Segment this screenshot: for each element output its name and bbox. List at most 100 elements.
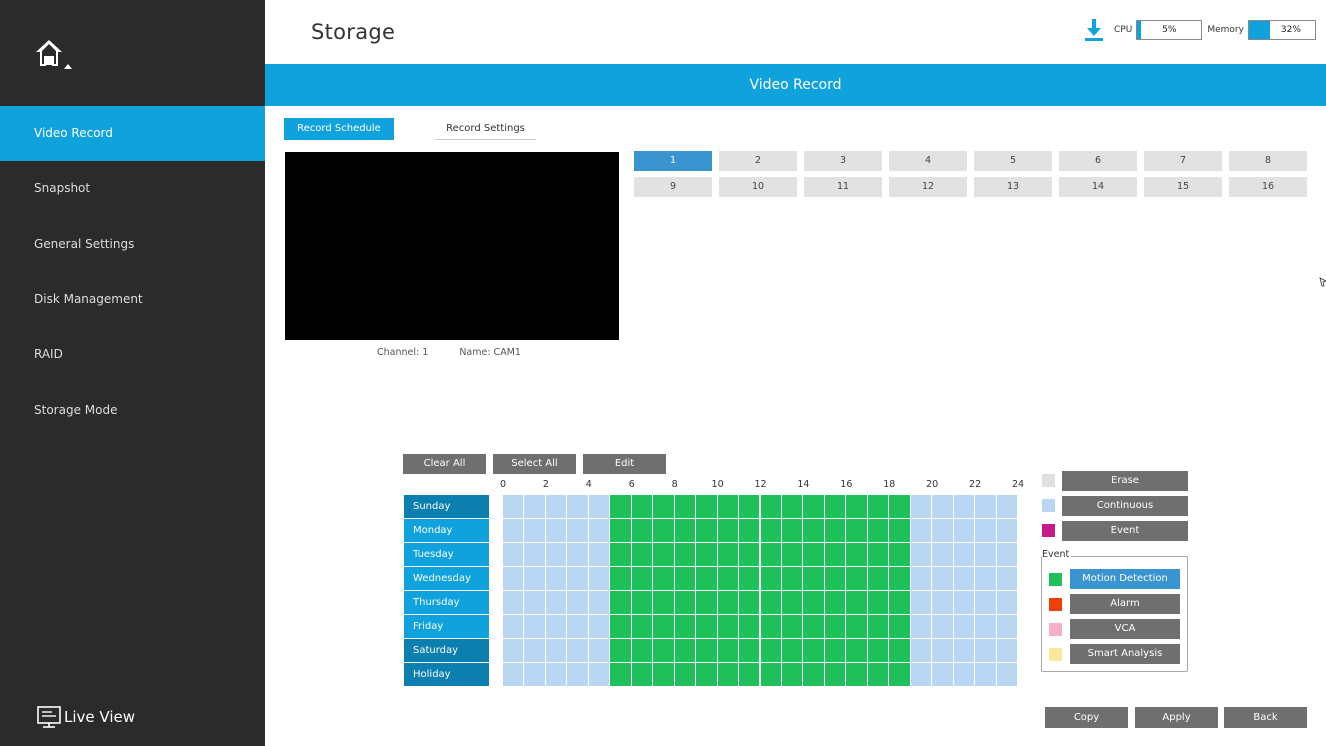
schedule-cell[interactable]: [567, 639, 588, 662]
schedule-cell[interactable]: [717, 495, 739, 518]
schedule-cell[interactable]: [760, 495, 781, 518]
schedule-cell[interactable]: [889, 591, 910, 614]
schedule-cell[interactable]: [717, 615, 739, 638]
schedule-cell[interactable]: [803, 663, 824, 686]
schedule-cell[interactable]: [503, 663, 524, 686]
schedule-cell[interactable]: [524, 543, 545, 566]
schedule-cell[interactable]: [867, 519, 889, 542]
schedule-cell[interactable]: [674, 495, 696, 518]
schedule-cell[interactable]: [567, 567, 588, 590]
schedule-cell[interactable]: [846, 663, 867, 686]
clear-all-button[interactable]: Clear All: [403, 454, 486, 474]
schedule-cell[interactable]: [824, 591, 846, 614]
channel-button-2[interactable]: 2: [719, 151, 797, 171]
schedule-cell[interactable]: [503, 543, 524, 566]
schedule-cell[interactable]: [653, 663, 674, 686]
schedule-cell[interactable]: [867, 495, 889, 518]
schedule-cell[interactable]: [696, 543, 717, 566]
back-button[interactable]: Back: [1224, 707, 1307, 728]
schedule-cell[interactable]: [760, 615, 781, 638]
schedule-cell[interactable]: [545, 543, 567, 566]
schedule-cell[interactable]: [996, 495, 1017, 518]
channel-button-15[interactable]: 15: [1144, 177, 1222, 197]
schedule-cell[interactable]: [846, 639, 867, 662]
schedule-cell[interactable]: [932, 543, 953, 566]
schedule-cell[interactable]: [739, 591, 760, 614]
download-icon[interactable]: [1084, 18, 1104, 42]
schedule-cell[interactable]: [524, 615, 545, 638]
schedule-cell[interactable]: [588, 663, 610, 686]
schedule-cell[interactable]: [953, 567, 975, 590]
live-view-button[interactable]: Live View: [36, 704, 135, 730]
schedule-cell[interactable]: [910, 663, 932, 686]
schedule-cell[interactable]: [781, 639, 803, 662]
schedule-cell[interactable]: [524, 495, 545, 518]
schedule-cell[interactable]: [503, 519, 524, 542]
schedule-cell[interactable]: [674, 543, 696, 566]
schedule-cell[interactable]: [653, 591, 674, 614]
schedule-cell[interactable]: [889, 615, 910, 638]
schedule-cell[interactable]: [996, 639, 1017, 662]
schedule-cell[interactable]: [975, 543, 996, 566]
schedule-cell[interactable]: [545, 615, 567, 638]
schedule-cell[interactable]: [631, 495, 653, 518]
channel-button-16[interactable]: 16: [1229, 177, 1307, 197]
schedule-cell[interactable]: [975, 615, 996, 638]
channel-button-7[interactable]: 7: [1144, 151, 1222, 171]
schedule-cell[interactable]: [696, 567, 717, 590]
schedule-cell[interactable]: [588, 591, 610, 614]
schedule-cell[interactable]: [953, 519, 975, 542]
sidebar-item-video-record[interactable]: Video Record: [0, 106, 265, 161]
channel-button-12[interactable]: 12: [889, 177, 967, 197]
schedule-cell[interactable]: [739, 543, 760, 566]
schedule-cell[interactable]: [674, 639, 696, 662]
sidebar-item-disk-management[interactable]: Disk Management: [0, 272, 265, 327]
schedule-cell[interactable]: [588, 639, 610, 662]
schedule-cell[interactable]: [760, 639, 781, 662]
day-label-thursday[interactable]: Thursday: [404, 591, 489, 614]
channel-button-13[interactable]: 13: [974, 177, 1052, 197]
schedule-cell[interactable]: [996, 663, 1017, 686]
schedule-cell[interactable]: [739, 663, 760, 686]
schedule-cell[interactable]: [717, 519, 739, 542]
schedule-cell[interactable]: [503, 495, 524, 518]
schedule-cell[interactable]: [567, 543, 588, 566]
channel-button-3[interactable]: 3: [804, 151, 882, 171]
schedule-cell[interactable]: [588, 519, 610, 542]
schedule-cell[interactable]: [653, 615, 674, 638]
tab-record-settings[interactable]: Record Settings: [435, 118, 536, 140]
schedule-cell[interactable]: [867, 639, 889, 662]
schedule-cell[interactable]: [953, 639, 975, 662]
schedule-cell[interactable]: [824, 663, 846, 686]
schedule-cell[interactable]: [781, 615, 803, 638]
schedule-cell[interactable]: [588, 495, 610, 518]
schedule-cell[interactable]: [996, 519, 1017, 542]
schedule-cell[interactable]: [545, 495, 567, 518]
schedule-cell[interactable]: [953, 615, 975, 638]
schedule-cell[interactable]: [524, 639, 545, 662]
schedule-cell[interactable]: [610, 519, 631, 542]
schedule-cell[interactable]: [674, 567, 696, 590]
schedule-cell[interactable]: [953, 543, 975, 566]
schedule-cell[interactable]: [545, 591, 567, 614]
schedule-cell[interactable]: [910, 639, 932, 662]
schedule-cell[interactable]: [910, 615, 932, 638]
schedule-cell[interactable]: [717, 567, 739, 590]
schedule-cell[interactable]: [996, 591, 1017, 614]
schedule-cell[interactable]: [503, 639, 524, 662]
schedule-cell[interactable]: [610, 567, 631, 590]
schedule-cell[interactable]: [545, 663, 567, 686]
schedule-cell[interactable]: [739, 567, 760, 590]
schedule-cell[interactable]: [824, 615, 846, 638]
schedule-cell[interactable]: [696, 639, 717, 662]
channel-button-9[interactable]: 9: [634, 177, 712, 197]
schedule-cell[interactable]: [803, 639, 824, 662]
schedule-cell[interactable]: [610, 495, 631, 518]
schedule-cell[interactable]: [760, 543, 781, 566]
schedule-cell[interactable]: [545, 639, 567, 662]
schedule-cell[interactable]: [953, 591, 975, 614]
schedule-cell[interactable]: [696, 663, 717, 686]
schedule-cell[interactable]: [610, 543, 631, 566]
day-label-wednesday[interactable]: Wednesday: [404, 567, 489, 590]
schedule-cell[interactable]: [889, 495, 910, 518]
